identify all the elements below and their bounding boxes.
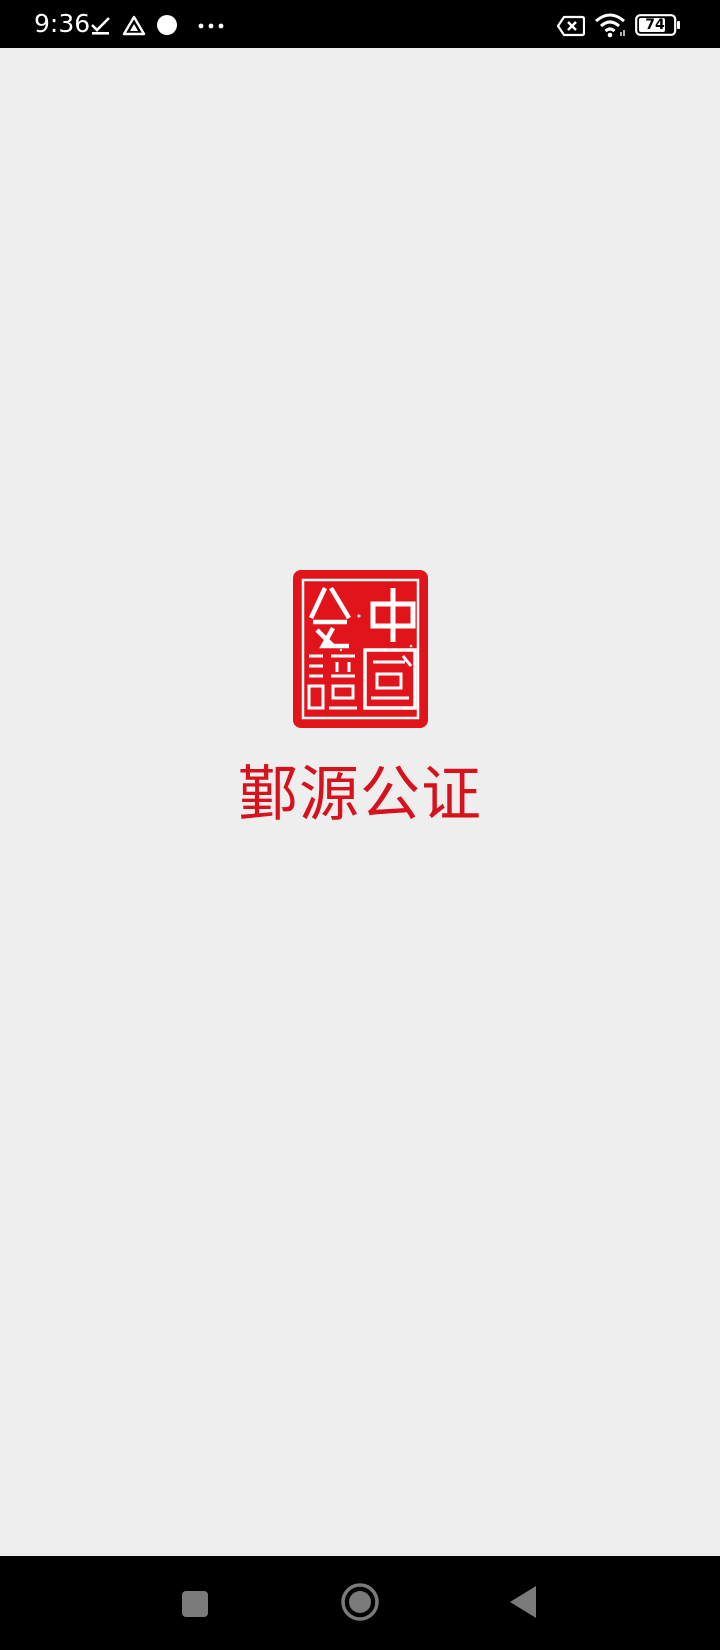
- drive-icon: [122, 15, 146, 36]
- notary-seal-logo: [293, 570, 428, 728]
- navigation-bar: [0, 1556, 720, 1650]
- check-download-icon: [91, 17, 110, 35]
- battery-icon: 74: [635, 14, 681, 36]
- wifi-icon: [595, 13, 625, 38]
- status-time: 9:36: [34, 9, 91, 38]
- recents-button[interactable]: [181, 1590, 209, 1618]
- home-button[interactable]: [340, 1582, 380, 1622]
- status-bar: 9:36 74: [0, 0, 720, 48]
- battery-level: 74: [645, 17, 665, 33]
- app-name: 鄞源公证: [238, 760, 482, 830]
- back-button[interactable]: [508, 1585, 538, 1619]
- more-notifications-icon: [198, 23, 224, 29]
- data-off-icon: [557, 15, 585, 37]
- dot-icon: [157, 15, 177, 35]
